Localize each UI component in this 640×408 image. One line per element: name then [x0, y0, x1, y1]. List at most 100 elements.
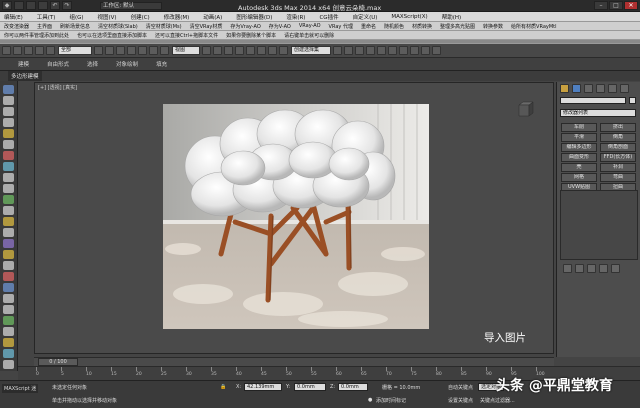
schematic-icon[interactable] [388, 46, 397, 55]
left-tool-icon[interactable] [3, 283, 14, 292]
key-filters-button[interactable]: 关键点过滤器... [480, 397, 515, 404]
modifier-button[interactable]: 倒角剖面 [600, 143, 636, 152]
coord-x-field[interactable]: 42.139mm [244, 383, 282, 391]
redo-icon[interactable] [13, 46, 22, 55]
add-time-tag-icon[interactable]: ● [368, 397, 372, 403]
left-tool-icon[interactable] [3, 206, 14, 215]
left-tool-icon[interactable] [3, 250, 14, 259]
align-icon[interactable] [344, 46, 353, 55]
modify-tab-icon[interactable] [572, 84, 581, 93]
configure-sets-icon[interactable] [611, 264, 620, 273]
motion-tab-icon[interactable] [596, 84, 605, 93]
manipulate-icon[interactable] [213, 46, 222, 55]
ribbon-tab[interactable]: 建模 [18, 60, 29, 68]
time-slider-thumb[interactable]: 0 / 100 [38, 358, 78, 366]
plugin-button[interactable]: 给所有材质VRayMtl [511, 23, 556, 30]
left-tool-icon[interactable] [3, 151, 14, 160]
mirror-icon[interactable] [333, 46, 342, 55]
snap-icon[interactable] [235, 46, 244, 55]
close-icon[interactable]: ✕ [624, 1, 638, 10]
modifier-button[interactable]: 曲面变形 [561, 153, 597, 162]
modifier-button[interactable]: 平滑 [561, 133, 597, 142]
menu-item[interactable]: 渲染(R) [286, 13, 305, 21]
open-file-icon[interactable] [26, 1, 36, 10]
object-color-swatch[interactable] [629, 97, 636, 104]
save-file-icon[interactable] [38, 1, 48, 10]
named-selection-dropdown[interactable]: 创建选择集 [291, 46, 331, 55]
percent-snap-icon[interactable] [257, 46, 266, 55]
menu-item[interactable]: 动画(A) [203, 13, 222, 21]
object-name-field[interactable] [560, 97, 626, 104]
viewport-label[interactable]: [+] [透视] [真实] [38, 84, 77, 91]
new-file-icon[interactable] [14, 1, 24, 10]
pivot-icon[interactable] [202, 46, 211, 55]
menu-item[interactable]: 编辑(E) [4, 13, 23, 21]
modifier-button[interactable]: 编辑多边形 [561, 143, 597, 152]
spinner-snap-icon[interactable] [268, 46, 277, 55]
remove-modifier-icon[interactable] [599, 264, 608, 273]
modifier-stack[interactable] [560, 190, 638, 260]
ribbon-tab[interactable]: 选择 [87, 60, 98, 68]
left-tool-icon[interactable] [3, 239, 14, 248]
plugin-button[interactable]: 存为V-AO [269, 23, 291, 30]
left-tool-icon[interactable] [3, 294, 14, 303]
display-tab-icon[interactable] [608, 84, 617, 93]
maxscript-listener[interactable]: MAXScript 迷 [2, 384, 39, 393]
modifier-button[interactable]: 补洞 [600, 163, 636, 172]
left-tool-icon[interactable] [3, 184, 14, 193]
undo-icon[interactable] [2, 46, 11, 55]
left-tool-icon[interactable] [3, 360, 14, 369]
unlink-icon[interactable] [35, 46, 44, 55]
modifier-button[interactable]: 壳 [561, 163, 597, 172]
keyboard-shortcut-icon[interactable] [224, 46, 233, 55]
pin-stack-icon[interactable] [563, 264, 572, 273]
window-crossing-icon[interactable] [127, 46, 136, 55]
lock-icon[interactable]: 🔒 [220, 384, 226, 390]
plugin-button[interactable]: 重命名 [361, 23, 376, 30]
menu-item[interactable]: 自定义(U) [353, 13, 378, 21]
left-tool-icon[interactable] [3, 349, 14, 358]
modifier-button[interactable]: FFD(长方体) [600, 153, 636, 162]
bind-icon[interactable] [46, 46, 55, 55]
modifier-button[interactable]: 网格 [561, 173, 597, 182]
menu-item[interactable]: 视图(V) [98, 13, 117, 21]
modifier-button[interactable]: 倒角 [600, 133, 636, 142]
modifier-button[interactable]: 挤出 [600, 123, 636, 132]
menu-item[interactable]: 修改器(M) [164, 13, 190, 21]
plugin-button[interactable]: VRay 代理 [329, 23, 353, 30]
redo-icon[interactable]: ↷ [62, 1, 72, 10]
render-icon[interactable] [432, 46, 441, 55]
plugin-button[interactable]: 主界面 [37, 23, 52, 30]
plugin-button[interactable]: 随机颜色 [384, 23, 404, 30]
make-unique-icon[interactable] [587, 264, 596, 273]
left-tool-icon[interactable] [3, 173, 14, 182]
maximize-icon[interactable]: □ [609, 1, 623, 10]
utilities-tab-icon[interactable] [620, 84, 629, 93]
plugin-button[interactable]: 改变渲染器 [4, 23, 29, 30]
plugin-button[interactable]: 转换参数 [483, 23, 503, 30]
plugin-button[interactable]: 清空材质球(Ms) [146, 23, 182, 30]
left-tool-icon[interactable] [3, 228, 14, 237]
left-tool-icon[interactable] [3, 118, 14, 127]
ribbon-tab[interactable]: 自由形式 [47, 60, 69, 68]
layer-icon[interactable] [355, 46, 364, 55]
material-editor-icon[interactable] [399, 46, 408, 55]
auto-key-button[interactable]: 自动关键点 [448, 384, 473, 391]
ribbon-tab[interactable]: 填充 [156, 60, 167, 68]
render-setup-icon[interactable] [410, 46, 419, 55]
menu-item[interactable]: CG插件 [319, 13, 338, 21]
viewcube-icon[interactable] [512, 99, 538, 121]
left-tool-icon[interactable] [3, 305, 14, 314]
workspace-dropdown[interactable]: 工作区: 默认 [100, 2, 162, 10]
set-key-button[interactable]: 设置关键点 [448, 397, 473, 404]
left-tool-icon[interactable] [3, 96, 14, 105]
curve-editor-icon[interactable] [377, 46, 386, 55]
add-time-tag[interactable]: 添加时间标记 [376, 397, 406, 404]
left-tool-icon[interactable] [3, 85, 14, 94]
select-by-name-icon[interactable] [105, 46, 114, 55]
coord-y-field[interactable]: 0.0mm [294, 383, 326, 391]
create-tab-icon[interactable] [560, 84, 569, 93]
left-tool-icon[interactable] [3, 217, 14, 226]
scale-icon[interactable] [160, 46, 169, 55]
app-menu-button[interactable]: ◆ [2, 1, 12, 10]
